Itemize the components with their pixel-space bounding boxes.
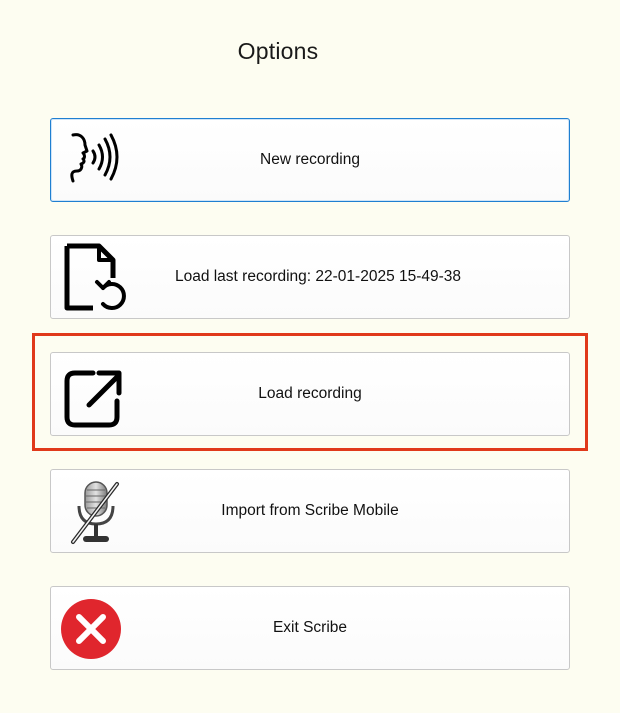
exit-scribe-button[interactable]: Exit Scribe (50, 586, 570, 670)
load-last-recording-button[interactable]: Load last recording: 22-01-2025 15-49-38 (50, 235, 570, 319)
import-scribe-mobile-button[interactable]: Import from Scribe Mobile (50, 469, 570, 553)
options-dialog: Options New recording Load last recordin… (0, 0, 620, 713)
exit-scribe-label: Exit Scribe (272, 619, 348, 636)
new-recording-button[interactable]: New recording (50, 118, 570, 202)
load-recording-label: Load recording (258, 385, 362, 402)
load-recording-button[interactable]: Load recording (50, 352, 570, 436)
page-title: Options (237, 38, 319, 64)
new-recording-label: New recording (260, 151, 360, 168)
import-scribe-mobile-label: Import from Scribe Mobile (221, 502, 399, 519)
load-last-recording-label: Load last recording: 22-01-2025 15-49-38 (174, 268, 462, 285)
